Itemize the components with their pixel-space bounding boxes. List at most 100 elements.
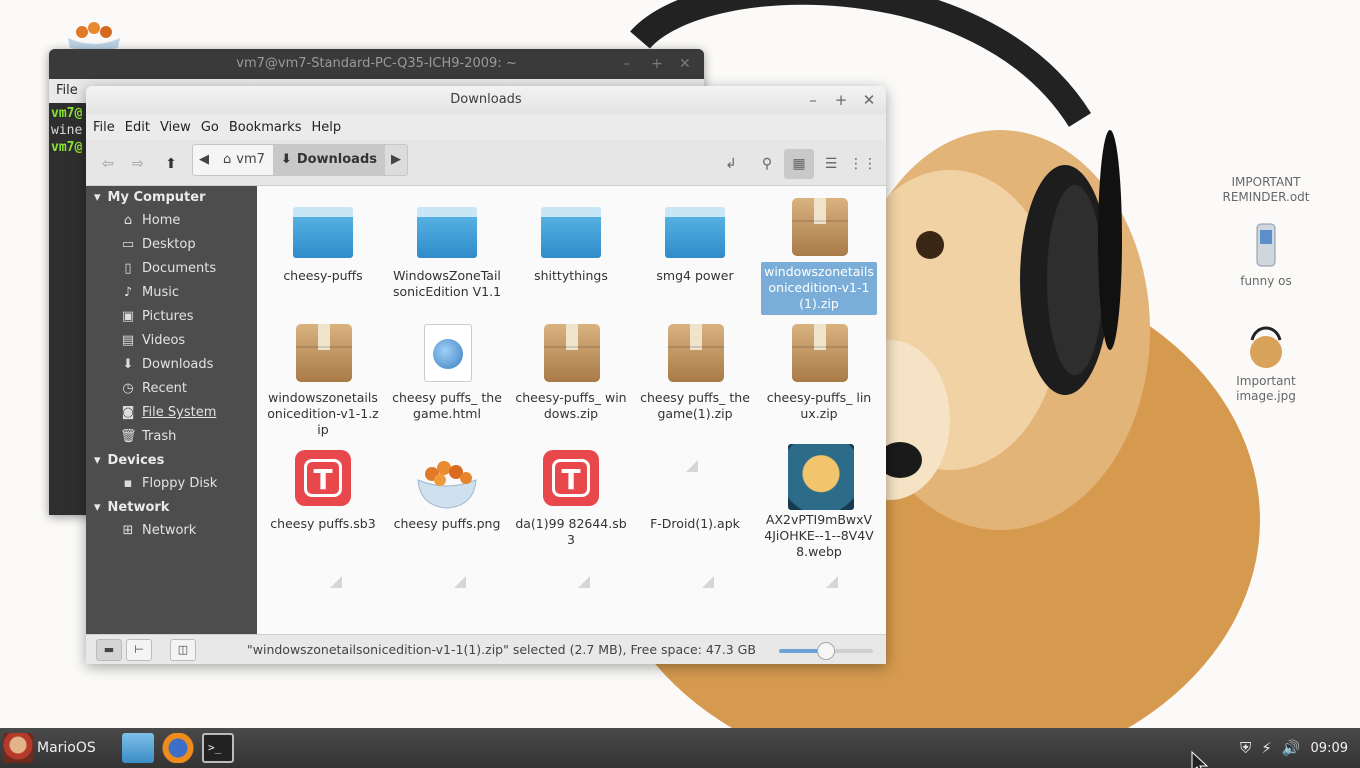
menu-file[interactable]: File <box>88 114 120 140</box>
back-icon[interactable]: ⇦ <box>93 149 123 179</box>
sidebar-item-pictures[interactable]: ▣ Pictures <box>86 305 257 329</box>
close-button[interactable]: ✕ <box>859 86 879 114</box>
sidebar-item-home[interactable]: ⌂ Home <box>86 209 257 233</box>
menu-bookmarks[interactable]: Bookmarks <box>224 114 307 140</box>
sidebar-item-label: Desktop <box>142 237 196 252</box>
show-places-icon[interactable]: ▬ <box>96 639 122 661</box>
shield-icon[interactable]: ⛨ <box>1240 739 1251 757</box>
breadcrumb-home[interactable]: ⌂ vm7 <box>215 145 273 175</box>
zoom-slider-handle[interactable] <box>817 642 835 660</box>
menu-edit[interactable]: Edit <box>120 114 155 140</box>
show-tree-icon[interactable]: ⊢ <box>126 639 152 661</box>
sidebar-item-music[interactable]: ♪ Music <box>86 281 257 305</box>
list-view-icon[interactable]: ☰ <box>816 149 846 179</box>
start-menu-label: MarioOS <box>37 740 96 756</box>
file-grid[interactable]: cheesy-puffs WindowsZoneTailsonicEdition… <box>257 186 886 634</box>
home-icon: ⌂ <box>223 152 232 167</box>
terminal-titlebar[interactable]: vm7@vm7-Standard-PC-Q35-ICH9-2009: ~ – +… <box>49 49 704 79</box>
forward-icon[interactable]: ⇨ <box>123 149 153 179</box>
firefox-icon[interactable] <box>162 733 194 763</box>
file-name: WindowsZoneTailsonicEdition V1.1 <box>392 268 502 299</box>
icon-view-icon[interactable]: ▦ <box>784 149 814 179</box>
sidebar-item-label: Floppy Disk <box>142 476 218 491</box>
breadcrumb: ◀ ⌂ vm7 ⬇ Downloads ▶ <box>192 144 409 176</box>
file-manager-titlebar[interactable]: Downloads – + ✕ <box>86 86 886 114</box>
file-name: windowszonetailsonicedition-v1-1(1).zip <box>761 262 877 315</box>
file-item-selected[interactable]: windowszonetailsonicedition-v1-1(1).zip <box>761 190 877 315</box>
statusbar: ▬ ⊢ ◫ "windowszonetailsonicedition-v1-1(… <box>86 634 886 664</box>
close-button[interactable]: ✕ <box>679 49 691 79</box>
toggle-location-icon[interactable]: ↲ <box>716 149 746 179</box>
menu-go[interactable]: Go <box>196 114 224 140</box>
cheesy-puffs-desktop-icon[interactable] <box>64 20 124 50</box>
file-manager-window[interactable]: Downloads – + ✕ File Edit View Go Bookma… <box>86 86 886 664</box>
file-item[interactable]: cheesy puffs_ the game.html <box>389 316 505 425</box>
search-icon[interactable]: ⚲ <box>752 149 782 179</box>
up-icon[interactable]: ⬆ <box>156 149 186 179</box>
file-item[interactable]: WindowsZoneTailsonicEdition V1.1 <box>389 194 505 303</box>
zoom-slider[interactable] <box>779 642 873 660</box>
menubar: File Edit View Go Bookmarks Help <box>86 114 886 140</box>
sidebar-item-file-system[interactable]: ◙ File System <box>86 401 257 425</box>
sidebar-section-title: My Computer <box>107 190 206 205</box>
cheesy-puffs-image-icon <box>417 461 477 509</box>
start-menu-button[interactable]: MarioOS <box>0 728 96 768</box>
maximize-button[interactable]: + <box>831 86 851 114</box>
videos-icon: ▤ <box>121 333 135 348</box>
terminal-title: vm7@vm7-Standard-PC-Q35-ICH9-2009: ~ <box>236 56 517 71</box>
file-item[interactable]: F-Droid(1).apk <box>637 442 753 535</box>
loading-thumbnail-icon <box>702 576 714 588</box>
sidebar-item-trash[interactable]: 🗑 Trash <box>86 425 257 449</box>
minimize-button[interactable]: – <box>623 49 630 79</box>
file-item[interactable]: Tcheesy puffs.sb3 <box>265 442 381 535</box>
file-name: cheesy-puffs_ windows.zip <box>515 390 627 421</box>
files-app-icon[interactable] <box>122 733 154 763</box>
volume-icon[interactable]: 🔊 <box>1282 739 1301 757</box>
file-item[interactable]: cheesy-puffs <box>265 194 381 287</box>
file-item[interactable]: shittythings <box>513 194 629 287</box>
file-item[interactable]: AX2vPTI9mBwxV4JiOHKE--1--8V4V8.webp <box>761 438 877 563</box>
breadcrumb-right-arrow[interactable]: ▶ <box>385 145 408 175</box>
network-status-icon[interactable]: ⚡ <box>1261 739 1272 757</box>
sidebar-item-downloads[interactable]: ⬇ Downloads <box>86 353 257 377</box>
maximize-button[interactable]: + <box>651 49 663 79</box>
file-item[interactable]: windowszonetailsonicedition-v1-1.zip <box>265 316 381 441</box>
file-item[interactable]: cheesy-puffs_ windows.zip <box>513 316 629 425</box>
file-name: cheesy puffs.png <box>393 516 501 531</box>
sidebar-item-floppy-disk[interactable]: ▪ Floppy Disk <box>86 472 257 496</box>
menu-view[interactable]: View <box>155 114 196 140</box>
menu-file[interactable]: File <box>56 83 78 98</box>
sidebar-section-my-computer[interactable]: ▾ My Computer <box>86 186 257 209</box>
breadcrumb-downloads[interactable]: ⬇ Downloads <box>272 145 386 175</box>
file-item[interactable]: Tda(1)99 82644.sb3 <box>513 442 629 551</box>
sidebar-section-devices[interactable]: ▾ Devices <box>86 449 257 472</box>
sidebar-item-documents[interactable]: ▯ Documents <box>86 257 257 281</box>
loading-thumbnail-icon <box>578 576 590 588</box>
toggle-sidebar-icon[interactable]: ◫ <box>170 639 196 661</box>
sidebar-item-recent[interactable]: ◷ Recent <box>86 377 257 401</box>
clock[interactable]: 09:09 <box>1311 741 1348 756</box>
file-item[interactable]: cheesy puffs_ the game(1).zip <box>637 316 753 425</box>
file-item[interactable]: cheesy-puffs_ linux.zip <box>761 316 877 425</box>
sidebar-section-network[interactable]: ▾ Network <box>86 496 257 519</box>
terminal-app-icon[interactable]: >_ <box>202 733 234 763</box>
sidebar-item-desktop[interactable]: ▭ Desktop <box>86 233 257 257</box>
desktop-icon-important-reminder[interactable]: IMPORTANT REMINDER.odt <box>1206 175 1326 205</box>
sidebar-item-videos[interactable]: ▤ Videos <box>86 329 257 353</box>
music-icon: ♪ <box>123 285 133 300</box>
phone-icon <box>1256 223 1276 267</box>
system-tray: ⛨ ⚡ 🔊 09:09 <box>1240 728 1360 768</box>
breadcrumb-left-arrow[interactable]: ◀ <box>193 145 215 175</box>
sidebar-item-network[interactable]: ⊞ Network <box>86 519 257 543</box>
folder-icon <box>293 207 353 258</box>
desktop-icon-funny-os[interactable]: funny os <box>1206 222 1326 289</box>
desktop-icon-important-image[interactable]: Important image.jpg <box>1206 322 1326 404</box>
compact-view-icon[interactable]: ⋮⋮ <box>848 149 878 179</box>
menu-help[interactable]: Help <box>306 114 346 140</box>
sidebar-section-title: Network <box>107 500 170 515</box>
file-item[interactable]: smg4 power <box>637 194 753 287</box>
chevron-down-icon: ▾ <box>94 190 101 205</box>
minimize-button[interactable]: – <box>803 86 823 114</box>
sidebar-item-label: Videos <box>142 333 186 348</box>
file-item[interactable]: cheesy puffs.png <box>389 442 505 535</box>
